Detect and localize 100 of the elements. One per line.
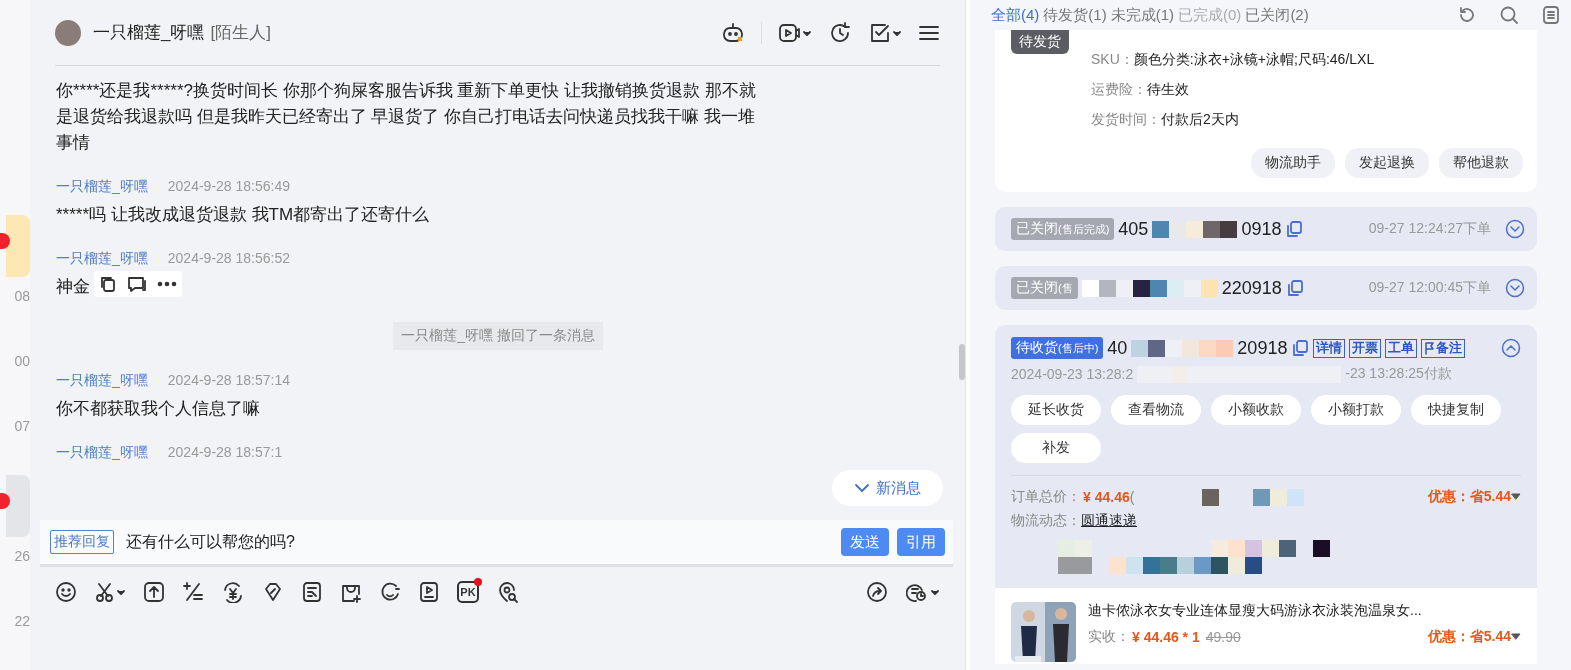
upload-icon[interactable] — [143, 581, 165, 603]
order-number: 40 — [1107, 337, 1128, 359]
contact-relation: [陌生人] — [210, 22, 271, 44]
status-tag: 已关闭(售后完成) — [1011, 218, 1115, 240]
conversation-time: 22 — [14, 612, 30, 631]
new-message-button[interactable]: 新消息 — [832, 470, 943, 506]
field-value: 待生效 — [1147, 81, 1189, 97]
robot-icon[interactable] — [721, 20, 745, 45]
collapse-icon[interactable] — [1501, 338, 1521, 358]
order-number: 220918 — [1221, 277, 1282, 299]
sender-name[interactable]: 一只榴莲_呀嘿 — [56, 178, 148, 196]
conversation-time: 26 — [14, 547, 30, 566]
order-number: 0918 — [1241, 218, 1282, 240]
field-label: 运费险： — [1091, 81, 1147, 97]
order-action-button[interactable]: 物流助手 — [1251, 148, 1335, 178]
caret-icon[interactable] — [1511, 633, 1521, 641]
order-time: 09-27 12:00:45下单 — [1368, 279, 1491, 297]
pin-search-icon[interactable] — [496, 581, 518, 603]
order-filter-tab[interactable]: 待发货(1) — [1043, 5, 1107, 25]
conversation-time: 07 — [14, 417, 30, 436]
order-time: 09-27 12:24:27下单 — [1368, 220, 1491, 238]
discount: 优惠：省5.44 — [1427, 628, 1511, 646]
expand-icon[interactable] — [1505, 278, 1525, 298]
message-time: 2024-9-28 18:57:1 — [167, 444, 283, 462]
field-value: 颜色分类:泳衣+泳镜+泳帽;尺码:46/LXL — [1133, 51, 1375, 67]
yen-exchange-icon[interactable] — [221, 581, 245, 603]
order-filter-tab[interactable]: 全部(4) — [991, 5, 1040, 25]
field-label: 物流动态： — [1011, 512, 1081, 530]
chevron-down-icon — [854, 483, 870, 493]
search-icon[interactable] — [1499, 5, 1519, 25]
order-total: ¥ 44.46 — [1083, 489, 1130, 505]
message-text: 你不都获取我个人信息了嘛 — [56, 398, 260, 420]
reply-button[interactable]: 引用 — [897, 528, 945, 556]
order-action-button[interactable]: 延长收货 — [1011, 395, 1101, 425]
message-text: 你****还是我*****?换货时间长 你那个狗屎客服告诉我 重新下单更快 让我撤销换货退款 那不就是退货给我退款吗 但是我昨天已经寄出了 早退货了 你自己打电话去问快递员找我干嘛 我一堆事情 — [56, 80, 756, 154]
avatar — [55, 19, 81, 46]
order-row[interactable]: 已关闭(售后完成) 405 0918 09-27 12:24:27下单 — [995, 207, 1537, 251]
order-link[interactable]: 详情 — [1313, 338, 1346, 358]
order-number: 405 — [1118, 218, 1149, 240]
order-action-button[interactable]: 发起退换 — [1345, 148, 1429, 178]
suggestion-tag: 推荐回复 — [50, 530, 114, 554]
order-action-button[interactable]: 帮他退款 — [1439, 148, 1523, 178]
scissors-dropdown-icon[interactable] — [94, 581, 126, 603]
order-number: 20918 — [1237, 337, 1288, 359]
refresh-icon[interactable] — [828, 20, 852, 45]
reply-button[interactable]: 发送 — [841, 528, 889, 556]
status-tag: 已关闭(售 — [1011, 277, 1078, 299]
logistics-link[interactable]: 圆通速递 — [1081, 512, 1137, 530]
share-icon[interactable] — [866, 581, 888, 603]
order-row[interactable]: 已关闭(售 220918 09-27 12:00:45下单 — [995, 266, 1537, 310]
conversation-item[interactable] — [6, 215, 30, 277]
history-dropdown-icon[interactable] — [906, 581, 940, 603]
order-link[interactable]: 开票 — [1349, 338, 1382, 358]
payment-time: -23 13:28:25付款 — [1345, 365, 1452, 383]
expand-icon[interactable] — [1505, 219, 1525, 239]
message-time: 2024-9-28 18:57:14 — [167, 372, 290, 390]
contact-name: 一只榴莲_呀嘿 — [93, 22, 205, 44]
document-icon[interactable] — [301, 581, 323, 603]
status-tag: 待收货(售后中) — [1011, 337, 1104, 359]
field-label: 订单总价： — [1011, 488, 1081, 506]
sender-name[interactable]: 一只榴莲_呀嘿 — [56, 444, 148, 462]
status-tag: 待发货 — [1011, 30, 1069, 54]
paid-amount: ¥ 44.46 * 1 — [1132, 629, 1200, 645]
conversation-item[interactable] — [6, 475, 30, 537]
original-price: 49.90 — [1205, 629, 1241, 645]
order-link[interactable]: 工单 — [1385, 338, 1418, 358]
caret-icon[interactable] — [1511, 493, 1521, 501]
message-text: *****吗 让我改成退货退款 我TM都寄出了还寄什么 — [56, 204, 430, 226]
sender-name[interactable]: 一只榴莲_呀嘿 — [56, 372, 148, 390]
product-title[interactable]: 迪卡侬泳衣女专业连体显瘦大码游泳衣泳装泡温泉女... — [1088, 602, 1521, 620]
order-action-button[interactable]: 查看物流 — [1111, 395, 1201, 425]
order-filter-tab[interactable]: 已关闭(2) — [1245, 5, 1309, 25]
order-action-button[interactable]: 小额收款 — [1211, 395, 1301, 425]
emoji-icon[interactable] — [55, 581, 77, 603]
scrollbar-thumb[interactable] — [959, 344, 965, 380]
order-time: 2024-09-23 13:28:2 — [1011, 366, 1134, 382]
recall-notice: 一只榴莲_呀嘿 撤回了一条消息 — [393, 322, 603, 350]
unread-badge — [0, 493, 10, 509]
conversation-time: 00 — [14, 352, 30, 371]
flag-icon — [1424, 341, 1435, 355]
field-value: ( — [1129, 489, 1135, 505]
message-text: 神金 — [56, 276, 90, 298]
order-filter-tab[interactable]: 未完成(1) — [1110, 5, 1175, 25]
field-label: SKU： — [1091, 51, 1134, 67]
field-label: 实收： — [1088, 628, 1130, 646]
order-action-button[interactable]: 快捷复制 — [1411, 395, 1501, 425]
plus-minus-icon[interactable] — [182, 581, 204, 603]
pk-icon[interactable]: PK — [457, 581, 479, 603]
list-icon[interactable] — [1541, 5, 1561, 25]
order-action-button[interactable]: 补发 — [1011, 433, 1101, 463]
order-link[interactable]: 备注 — [1421, 338, 1466, 358]
order-action-button[interactable]: 小额打款 — [1311, 395, 1401, 425]
suggested-reply[interactable]: 还有什么可以帮您的吗? — [126, 531, 295, 553]
video-file-icon[interactable] — [418, 581, 440, 603]
coupon-tag-icon[interactable] — [262, 581, 284, 603]
sender-name[interactable]: 一只榴莲_呀嘿 — [56, 250, 148, 268]
field-label: 发货时间： — [1091, 111, 1161, 127]
chat-face-icon[interactable] — [379, 581, 401, 603]
field-value: 付款后2天内 — [1161, 111, 1239, 127]
conversation-time: 08 — [14, 287, 30, 306]
